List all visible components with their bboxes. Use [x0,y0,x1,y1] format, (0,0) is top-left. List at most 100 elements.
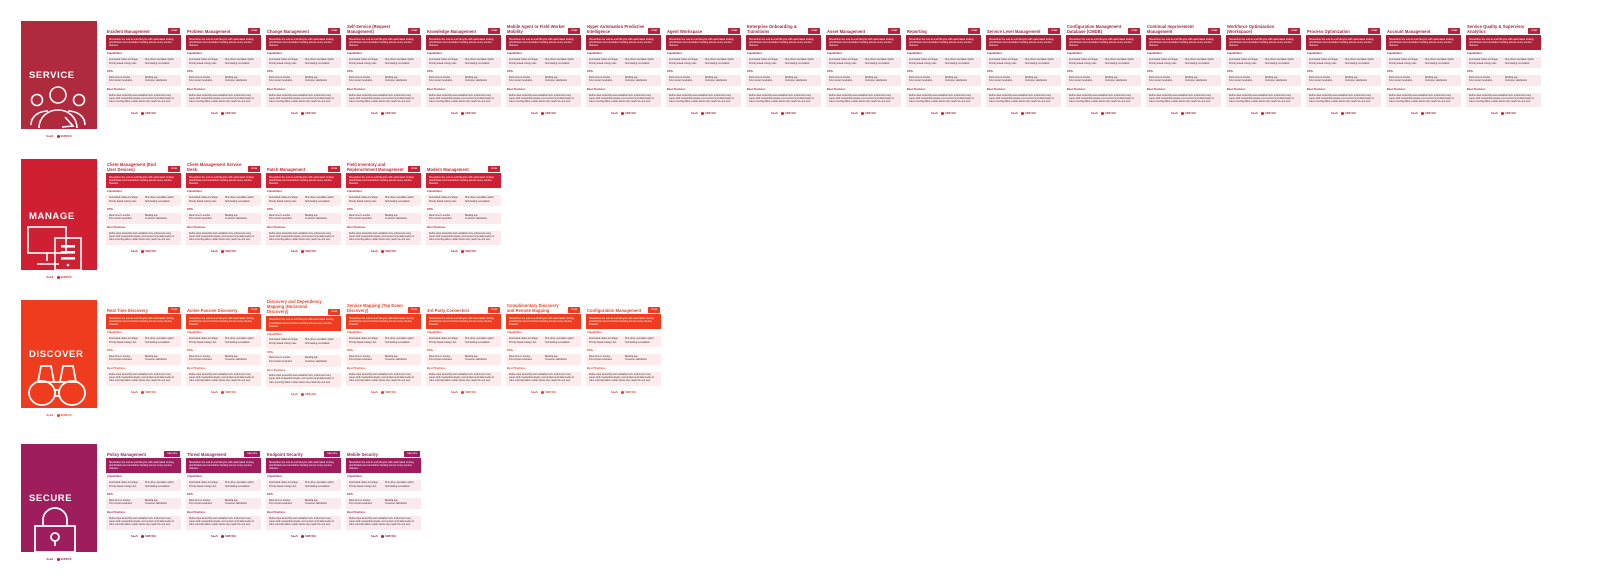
section-best-practices: Define clear ownership and escalation ti… [346,92,421,107]
card-badge[interactable]: SECOPS [404,451,420,457]
card-badge[interactable]: ITSM [1048,28,1060,34]
category-panel-manage[interactable]: MANAGE [20,158,98,271]
card-badge[interactable]: SECOPS [164,451,180,457]
capability-card[interactable]: Service Level Management ITSM Streamline t… [986,20,1061,119]
card-header: Mobile Agent or Field Worker Mobility ITS… [506,20,581,35]
capability-card[interactable]: Process Optimization ITSM Streamline the e… [1306,20,1381,119]
capability-card[interactable]: Continual Improvement Management ITSM Stre… [1146,20,1221,119]
kpi-column: Backlog age Customer satisfaction [1105,77,1138,84]
card-header: Client Management Service Desk ITOM [186,158,261,173]
card-description: Streamline the end-to-end lifecycle with… [1226,35,1301,51]
card-badge[interactable]: ITOM [328,308,340,315]
capability-card[interactable]: Agent Workspace ITSM Streamline the end-to… [666,20,741,119]
card-badge[interactable]: ITSM [648,28,660,34]
capability-card[interactable]: Client Management Service Desk ITOM Stream… [186,158,261,257]
kpi-column: Backlog age Customer satisfaction [305,357,338,364]
capability-card[interactable]: Asset Management ITSM Streamline the end-t… [826,20,901,119]
capability-card[interactable]: Mobile Agent or Field Worker Mobility ITS… [506,20,581,119]
capability-card[interactable]: Complimentary Discovery and Remote Mappi… [506,299,581,398]
capability-card[interactable]: Service Quality & Supervisor Analytics IT… [1466,20,1541,119]
kpi-column: Mean time to resolve First contact resolu… [269,215,302,222]
card-title: Real Time Discovery [107,307,148,313]
capability-card[interactable]: Knowledge Management ITSM Streamline the e… [426,20,501,119]
capability-card[interactable]: Incident Management ITSM Streamline the en… [106,20,181,119]
capability-card[interactable]: Problem Management ITSM Streamline the end… [186,20,261,119]
capability-card[interactable]: Policy Management SECOPS Streamline the en… [106,443,181,542]
capability-card[interactable]: 3rd Party Connectors ITOM Streamline the e… [426,299,501,398]
card-badge[interactable]: ITSM [568,28,580,34]
card-badge[interactable]: ITOM [648,307,660,313]
kpi-column: Mean time to resolve First contact resolu… [349,500,382,507]
capability-card[interactable]: Self-Service (Request Management) ITSM Str… [346,20,421,119]
capability-card[interactable]: Configuration Management Database (CMDB)… [1066,20,1141,119]
card-badge[interactable]: ITSM [728,28,740,34]
card-badge[interactable]: SECOPS [324,451,340,457]
capability-item: Priority-based routing rules [349,485,377,488]
card-badge[interactable]: ITSM [808,28,820,34]
card-badge[interactable]: ITSM [1448,28,1460,34]
capability-card[interactable]: Modern Management ITOM Streamline the end-… [426,158,501,257]
capability-card[interactable]: Threat Management SECOPS Streamline the en… [186,443,261,542]
capability-card[interactable]: Field Inventory and Replenishment Manage… [346,158,421,257]
card-badge[interactable]: ITSM [1368,28,1380,34]
capability-card[interactable]: Configuration Management ITOM Streamline t… [586,299,661,398]
capability-card[interactable]: Reporting ITSM Streamline the end-to-end l… [906,20,981,119]
footer-logo-text: SERVICE [1105,112,1117,116]
card-badge[interactable]: ITSM [168,28,180,34]
section-kpis: Mean time to resolve First contact resolu… [586,74,661,87]
card-badge[interactable]: ITOM [488,166,500,172]
card-badge[interactable]: ITSM [488,28,500,34]
card-badge[interactable]: ITSM [1128,28,1140,34]
category-panel-service[interactable]: SERVICE [20,20,98,130]
capability-card[interactable]: Account Management ITSM Streamline the end… [1386,20,1461,119]
card-badge[interactable]: SECOPS [244,451,260,457]
card-badge[interactable]: ITOM [248,307,260,313]
category-panel-discover[interactable]: DISCOVER [20,299,98,409]
capability-card[interactable]: Endpoint Security SECOPS Streamline the en… [266,443,341,542]
card-badge[interactable]: ITSM [248,28,260,34]
card-badge[interactable]: ITSM [408,28,420,34]
people-group-icon [21,83,97,129]
capability-item: Self-healing remediation [1345,62,1370,65]
section-kpis: Mean time to resolve First contact resolu… [506,353,581,366]
capability-card[interactable]: Service Mapping (Top Down Discovery) ITOM… [346,299,421,398]
card-badge[interactable]: ITOM [168,307,180,313]
card-badge[interactable]: ITSM [1208,28,1220,34]
card-badge[interactable]: ITSM [888,28,900,34]
card-header: Endpoint Security SECOPS [266,443,341,458]
capability-card[interactable]: Patch Management ITOM Streamline the end-t… [266,158,341,257]
card-header: Service Mapping (Top Down Discovery) ITOM [346,299,421,314]
capability-card[interactable]: Mobile Security SECOPS Streamline the end-… [346,443,421,542]
capability-item: Automated intake and triage [189,196,218,199]
section-best-practices: Define clear ownership and escalation ti… [506,371,581,386]
capability-card[interactable]: Active Passive Discovery ITOM Streamline t… [186,299,261,398]
card-badge[interactable]: ITOM [168,166,180,172]
card-badge[interactable]: ITOM [328,166,340,172]
section-capabilities: Automated intake and triage Priority-base… [186,479,261,492]
capability-card[interactable]: Client Management (End User Devices) ITOM… [106,158,181,257]
kpi-column: Backlog age Customer satisfaction [1265,77,1298,84]
capability-column: Automated intake and triage Priority-base… [269,482,302,489]
capability-column: SLA-driven escalation paths Self-healing … [305,197,338,204]
capability-item: Self-healing remediation [1425,62,1450,65]
card-badge[interactable]: ITOM [408,307,420,313]
card-footer: SaaS SERVICE [906,109,981,119]
capability-card[interactable]: Enterprise Onboarding & Transitions ITSM S… [746,20,821,119]
card-badge[interactable]: ITSM [968,28,980,34]
card-badge[interactable]: ITOM [488,307,500,313]
capability-card[interactable]: Change Management ITSM Streamline the end-… [266,20,341,119]
capability-card[interactable]: Workforce Optimization (Workspace) ITSM St… [1226,20,1301,119]
best-practice-text: Define clear ownership and escalation ti… [429,232,494,241]
card-badge[interactable]: ITOM [248,166,260,172]
capability-card[interactable]: Hyper Automation Predictive Intelligence… [586,20,661,119]
section-best-practices: Define clear ownership and escalation ti… [1226,92,1301,107]
card-badge[interactable]: ITSM [1528,28,1540,34]
card-badge[interactable]: ITSM [1288,28,1300,34]
capability-card[interactable]: Real Time Discovery ITOM Streamline the en… [106,299,181,398]
capability-card[interactable]: Discovery and Dependency Mapping (Horizo… [266,299,341,400]
category-panel-secure[interactable]: SECURE [20,443,98,553]
card-badge[interactable]: ITSM [328,28,340,34]
card-badge[interactable]: ITOM [568,307,580,313]
card-badge[interactable]: ITOM [408,166,420,172]
capability-item: Self-healing remediation [945,62,970,65]
